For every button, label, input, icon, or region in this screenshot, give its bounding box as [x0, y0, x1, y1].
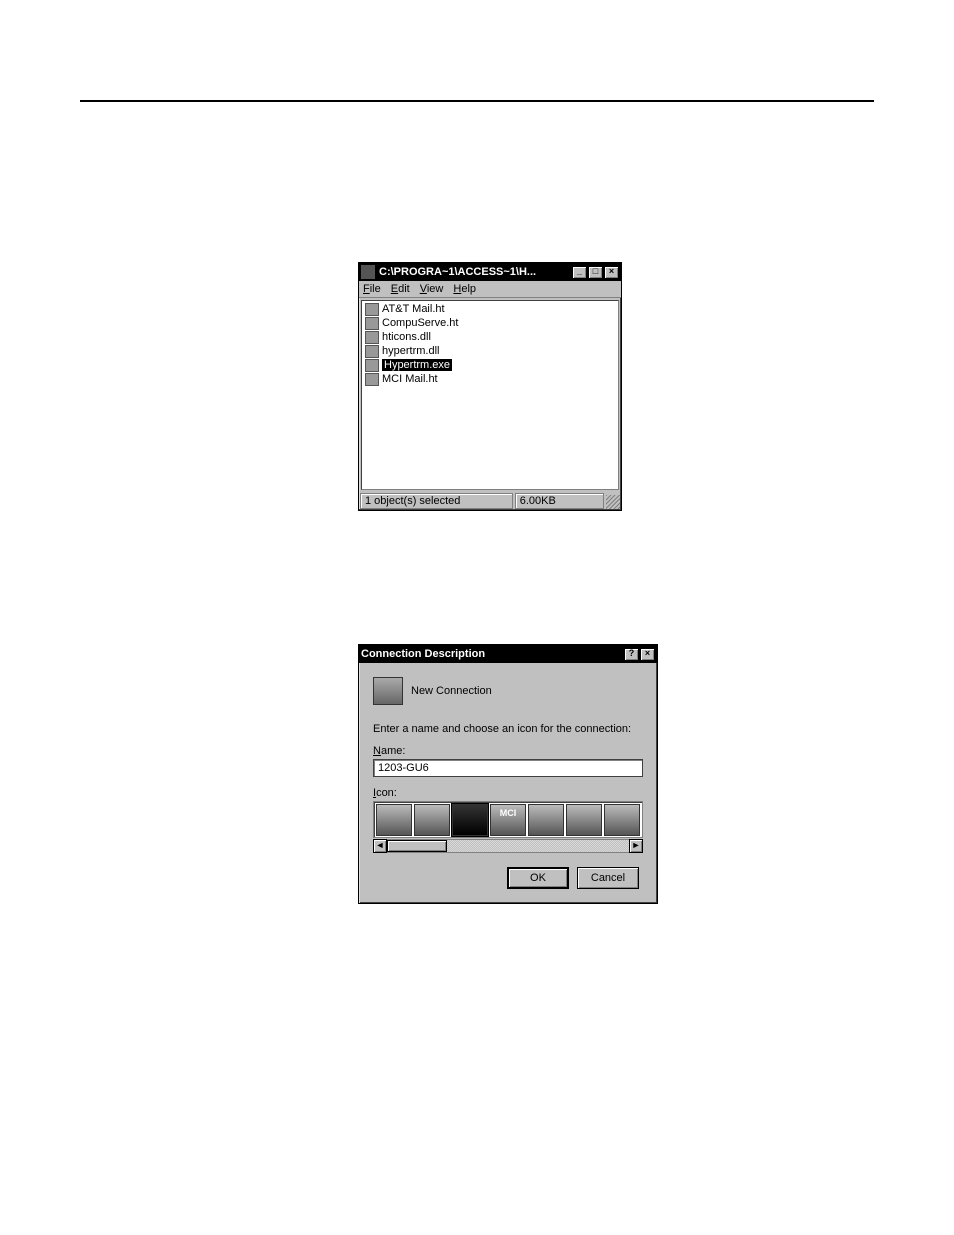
icon-picker[interactable]: [373, 801, 643, 838]
page-divider: [80, 100, 874, 102]
close-button[interactable]: ×: [640, 648, 655, 661]
ht-file-icon: [365, 317, 379, 330]
status-size: 6.00KB: [515, 493, 604, 509]
menu-view[interactable]: View: [420, 283, 444, 295]
cancel-button[interactable]: Cancel: [577, 867, 639, 889]
menu-edit[interactable]: Edit: [391, 283, 410, 295]
icon-choice[interactable]: [414, 804, 450, 836]
name-input[interactable]: [373, 759, 643, 777]
menu-file[interactable]: File: [363, 283, 381, 295]
file-name: MCI Mail.ht: [382, 373, 438, 385]
icon-choice-selected[interactable]: [452, 804, 488, 836]
dialog-header: New Connection: [373, 677, 643, 705]
icon-choice[interactable]: [566, 804, 602, 836]
help-button[interactable]: ?: [624, 648, 639, 661]
close-button[interactable]: ×: [604, 266, 619, 279]
list-item[interactable]: CompuServe.ht: [363, 316, 617, 330]
list-item[interactable]: hticons.dll: [363, 330, 617, 344]
ok-button[interactable]: OK: [507, 867, 569, 889]
exe-file-icon: [365, 359, 379, 372]
dll-file-icon: [365, 331, 379, 344]
explorer-title: C:\PROGRA~1\ACCESS~1\H...: [379, 266, 571, 278]
connection-icon: [373, 677, 403, 705]
explorer-statusbar: 1 object(s) selected 6.00KB: [359, 492, 621, 510]
dialog-prompt: Enter a name and choose an icon for the …: [373, 723, 643, 735]
explorer-window: C:\PROGRA~1\ACCESS~1\H... _ □ × File Edi…: [358, 262, 622, 511]
folder-icon: [361, 265, 375, 279]
connection-description-dialog: Connection Description ? × New Connectio…: [358, 644, 658, 904]
file-name: hypertrm.dll: [382, 345, 439, 357]
resize-grip-icon[interactable]: [606, 495, 620, 509]
maximize-button[interactable]: □: [588, 266, 603, 279]
file-name: AT&T Mail.ht: [382, 303, 445, 315]
menu-help[interactable]: Help: [453, 283, 476, 295]
dialog-titlebar[interactable]: Connection Description ? ×: [359, 645, 657, 663]
scroll-track[interactable]: [387, 839, 629, 853]
explorer-titlebar[interactable]: C:\PROGRA~1\ACCESS~1\H... _ □ ×: [359, 263, 621, 281]
icon-choice[interactable]: [604, 804, 640, 836]
ht-file-icon: [365, 303, 379, 316]
minimize-button[interactable]: _: [572, 266, 587, 279]
icon-choice-mci[interactable]: [490, 804, 526, 836]
dll-file-icon: [365, 345, 379, 358]
dialog-subtitle: New Connection: [411, 685, 492, 697]
list-item[interactable]: AT&T Mail.ht: [363, 302, 617, 316]
scroll-right-button[interactable]: ►: [629, 839, 643, 853]
file-name: CompuServe.ht: [382, 317, 458, 329]
scroll-left-button[interactable]: ◄: [373, 839, 387, 853]
icon-choice[interactable]: [528, 804, 564, 836]
list-item[interactable]: hypertrm.dll: [363, 344, 617, 358]
status-selection: 1 object(s) selected: [360, 493, 513, 509]
file-name: hticons.dll: [382, 331, 431, 343]
file-name: Hypertrm.exe: [382, 359, 452, 371]
dialog-title: Connection Description: [361, 648, 623, 660]
list-item-selected[interactable]: Hypertrm.exe: [363, 358, 617, 372]
ht-file-icon: [365, 373, 379, 386]
icon-label: Icon:: [373, 787, 643, 799]
icon-choice[interactable]: [376, 804, 412, 836]
file-list[interactable]: AT&T Mail.ht CompuServe.ht hticons.dll h…: [361, 300, 619, 490]
name-label: Name:: [373, 745, 643, 757]
icon-scrollbar[interactable]: ◄ ►: [373, 839, 643, 853]
scroll-thumb[interactable]: [387, 840, 447, 852]
list-item[interactable]: MCI Mail.ht: [363, 372, 617, 386]
explorer-menubar: File Edit View Help: [359, 281, 621, 298]
